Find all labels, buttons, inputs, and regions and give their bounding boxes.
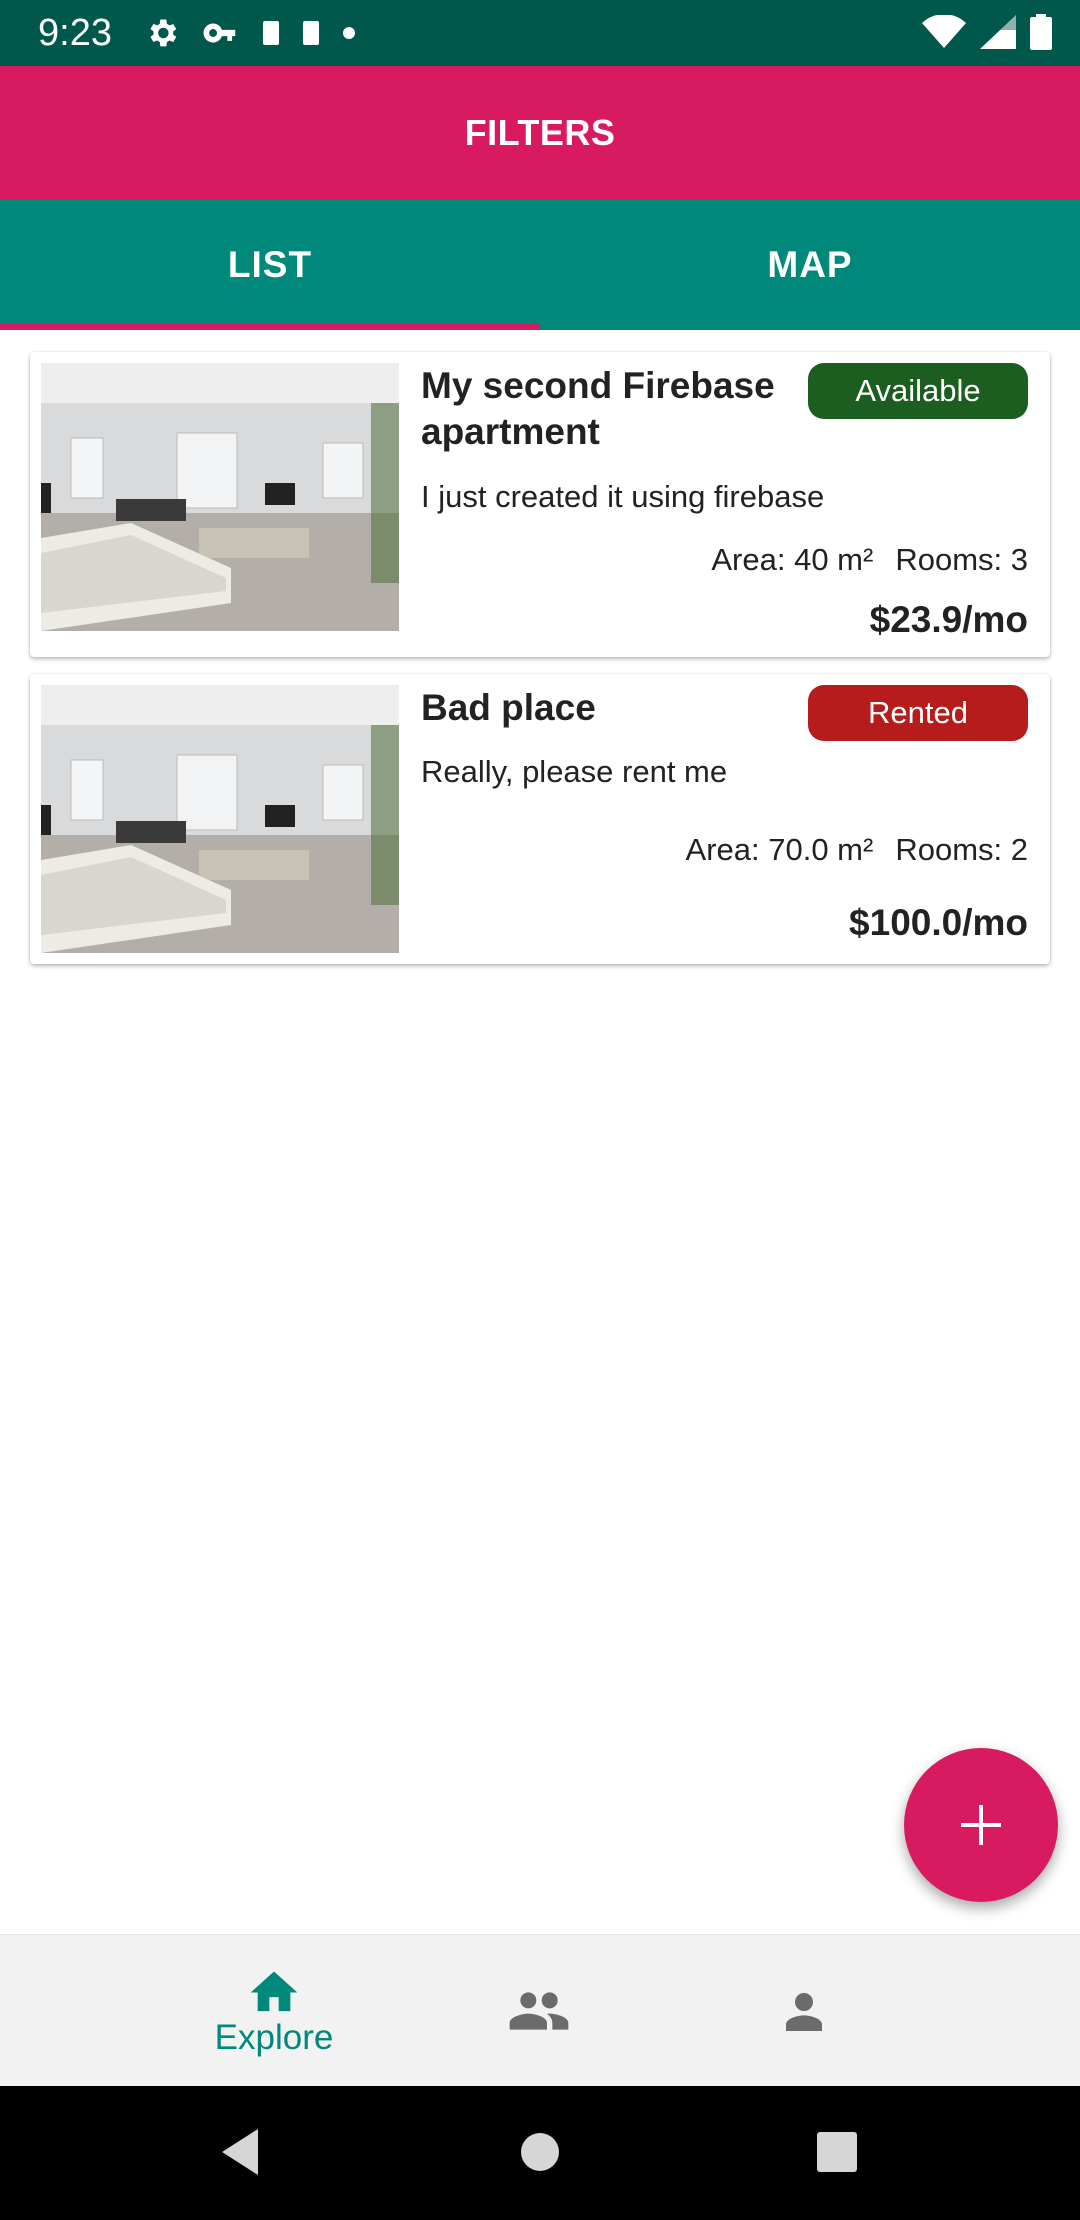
listing-price: $23.9/mo — [869, 599, 1028, 640]
listing-card[interactable]: My second Firebase apartment I just crea… — [30, 352, 1050, 657]
status-icons-right — [922, 12, 1052, 52]
tab-bar: LIST MAP — [0, 199, 1080, 330]
listing-rooms: Rooms: 2 — [895, 832, 1028, 867]
nav-explore-label: Explore — [214, 2018, 334, 2057]
listing-price: $100.0/mo — [849, 902, 1028, 943]
dot-icon — [343, 27, 355, 39]
status-time: 9:23 — [38, 12, 112, 54]
filters-label: FILTERS — [464, 111, 616, 153]
plus-icon — [961, 1805, 1001, 1845]
back-icon[interactable] — [218, 2127, 262, 2177]
key-icon — [203, 23, 236, 43]
system-navigation-bar — [0, 2086, 1080, 2220]
signal-icon — [980, 15, 1016, 49]
filters-button[interactable]: FILTERS — [0, 66, 1080, 199]
tab-map-label: MAP — [767, 243, 853, 285]
apartment-photo — [41, 363, 399, 631]
listing-meta: Area: 70.0 m² Rooms: 2 — [686, 832, 1028, 868]
listing-description: I just created it using firebase — [421, 479, 825, 514]
status-bar: 9:23 — [0, 0, 1080, 66]
tab-list[interactable]: LIST — [0, 199, 540, 330]
bottom-navigation: Explore — [0, 1934, 1080, 2086]
add-listing-button[interactable] — [904, 1748, 1058, 1902]
tab-indicator — [0, 323, 540, 330]
wifi-icon — [922, 15, 966, 48]
screen: 9:23 FILTERS LIST MAP My second Firebase… — [0, 0, 1080, 2220]
listing-rooms: Rooms: 3 — [895, 542, 1028, 577]
nav-explore[interactable]: Explore — [164, 1935, 384, 2087]
nav-profile[interactable] — [694, 1935, 914, 2087]
tab-list-label: LIST — [227, 243, 313, 285]
status-icons-left — [144, 14, 356, 52]
people-icon — [509, 1992, 569, 2030]
listing-title: My second Firebase apartment — [421, 365, 775, 452]
listing-title: Bad place — [421, 687, 596, 728]
recents-icon[interactable] — [816, 2131, 858, 2173]
status-badge: Available — [808, 363, 1028, 419]
listing-area: Area: 70.0 m² — [685, 832, 874, 867]
listing-area: Area: 40 m² — [711, 542, 874, 577]
tab-map[interactable]: MAP — [540, 199, 1080, 330]
listing-card[interactable]: Bad place Really, please rent me Rented … — [30, 674, 1050, 964]
listing-description: Really, please rent me — [421, 754, 728, 789]
battery-icon — [1030, 14, 1052, 50]
nav-people[interactable] — [429, 1935, 649, 2087]
sim-icon — [303, 21, 319, 45]
home-circle-icon[interactable] — [519, 2131, 561, 2173]
sim-icon — [263, 21, 279, 45]
status-badge: Rented — [808, 685, 1028, 741]
listing-meta: Area: 40 m² Rooms: 3 — [711, 542, 1028, 578]
person-icon — [786, 1993, 822, 2031]
apartment-photo — [41, 685, 399, 953]
gear-icon — [150, 19, 177, 47]
home-icon — [250, 1971, 298, 2012]
